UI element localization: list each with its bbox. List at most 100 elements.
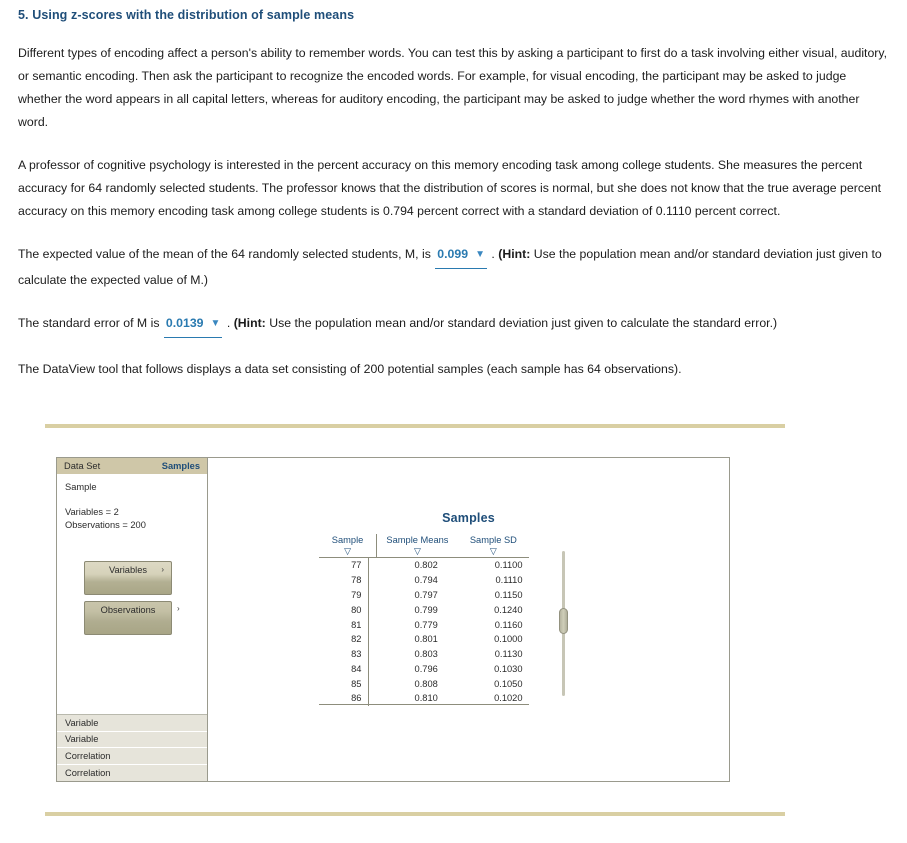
variables-button[interactable]: Variables › [84,561,172,595]
cell-sample: 82 [319,631,370,647]
scrollbar-thumb[interactable] [559,608,568,634]
cell-sample-sd: 0.1150 [494,589,523,600]
variables-button-row: Variables › [84,561,207,595]
footer-row-correlation-2[interactable]: Correlation [57,764,207,781]
table-bottom-border [319,704,529,705]
cell-sample-sd: 0.1110 [495,575,523,586]
footer-row-variable-2[interactable]: Variable [57,731,207,748]
dataset-buttons: Variables › Observations › [57,561,207,635]
cell-sample: 81 [319,617,370,632]
paragraph-encoding-intro: Different types of encoding affect a per… [18,46,888,129]
table-row[interactable]: 81 0.779 0.1160 [319,617,529,632]
expected-value-dropdown[interactable]: 0.099 ▼ [435,243,487,269]
samples-table-scroll-area[interactable]: 77 0.802 0.1100 78 0.794 0.1110 79 0.797… [319,558,541,706]
table-row[interactable]: 80 0.799 0.1240 [319,602,529,618]
page-root: 5. Using z-scores with the distribution … [0,0,907,843]
standard-error-prefix: The standard error of M is [18,316,160,330]
dataset-header: Data Set Samples [57,458,207,474]
footer-row-correlation-1[interactable]: Correlation [57,748,207,765]
column-header-sample-label: Sample [331,535,364,545]
paragraph-expected-value: The expected value of the mean of the 64… [18,223,889,292]
table-row[interactable]: 83 0.803 0.1130 [319,646,529,662]
observations-button-label: Observations [100,605,156,615]
chevron-right-icon: › [161,565,164,574]
cell-sample: 78 [319,572,370,588]
cell-sample: 84 [319,661,370,677]
column-header-sample-sd[interactable]: Sample SD ▽ [457,534,529,558]
samples-table-scrollbar[interactable] [559,551,568,696]
cell-sample-mean: 0.799 [414,604,438,615]
variables-button-label: Variables [108,565,148,575]
table-row[interactable]: 82 0.801 0.1000 [319,631,529,647]
observations-button-row: Observations › [84,601,207,635]
paragraph-dataview-intro: The DataView tool that follows displays … [18,362,682,376]
dataset-name: Sample [65,482,97,492]
cell-sample: 83 [319,646,370,662]
dataset-body: Sample Variables = 2 Observations = 200 … [57,474,207,714]
column-header-sample-means[interactable]: Sample Means ▽ [376,534,458,558]
cell-sample-sd: 0.1100 [494,560,523,571]
sort-descending-icon[interactable]: ▽ [462,546,525,556]
column-header-sample-means-label: Sample Means [386,535,449,545]
chevron-down-icon: ▼ [475,249,485,260]
cell-sample-sd: 0.1050 [494,678,523,689]
dataset-header-label: Data Set [64,461,101,471]
paragraph-standard-error: The standard error of M is 0.0139 ▼ . (Hi… [18,292,889,338]
chevron-down-icon: ▼ [210,318,221,329]
cell-sample: 79 [319,587,370,603]
cell-sample-sd: 0.1160 [494,619,523,630]
dataview-tool: Data Set Samples Sample Variables = 2 Ob… [56,457,730,782]
table-row[interactable]: 79 0.797 0.1150 [319,587,529,603]
expected-value-hint-label: (Hint: [498,247,531,261]
divider-top [45,424,785,428]
samples-table-body: 77 0.802 0.1100 78 0.794 0.1110 79 0.797… [319,558,529,706]
cell-sample-mean: 0.796 [414,663,438,674]
cell-sample-mean: 0.794 [414,575,438,586]
samples-table-wrap: Sample ▽ Sample Means ▽ Sample SD ▽ 77 0… [319,534,541,706]
sort-descending-icon[interactable]: ▽ [381,546,454,556]
cell-sample-sd: 0.1030 [494,663,523,674]
cell-sample: 77 [319,558,370,573]
table-row[interactable]: 78 0.794 0.1110 [319,572,529,588]
cell-sample-mean: 0.779 [414,619,438,630]
paragraph-professor-scenario: A professor of cognitive psychology is i… [18,158,882,218]
standard-error-selected: 0.0139 [165,316,204,330]
dataset-stats: Variables = 2 Observations = 200 [57,506,207,532]
standard-error-hint-label: (Hint: [233,316,266,330]
chevron-right-icon: › [177,604,180,613]
samples-table-body-table: 77 0.802 0.1100 78 0.794 0.1110 79 0.797… [319,558,529,706]
footer-row-variable-1[interactable]: Variable [57,715,207,732]
table-row[interactable]: 85 0.808 0.1050 [319,676,529,692]
dataset-footer-rows: Variable Variable Correlation Correlatio… [57,714,207,781]
column-header-sample[interactable]: Sample ▽ [319,534,378,558]
standard-error-hint-text: Use the population mean and/or standard … [269,316,778,330]
cell-sample-mean: 0.797 [414,589,438,600]
expected-value-selected: 0.099 [437,247,469,261]
page-title: 5. Using z-scores with the distribution … [18,8,355,22]
dataset-observations-count: Observations = 200 [65,520,146,530]
expected-value-period: . [491,247,495,261]
samples-table-title: Samples [442,511,495,525]
observations-button[interactable]: Observations [84,601,172,635]
table-row[interactable]: 84 0.796 0.1030 [319,661,529,677]
column-header-sample-sd-label: Sample SD [469,535,517,545]
samples-table-header-row: Sample ▽ Sample Means ▽ Sample SD ▽ [319,534,529,558]
sort-descending-icon[interactable]: ▽ [323,546,372,556]
cell-sample-mean: 0.802 [414,560,438,571]
dataset-header-name: Samples [161,461,200,471]
dataset-variables-count: Variables = 2 [65,507,119,517]
cell-sample: 80 [319,602,370,618]
standard-error-period: . [226,316,231,330]
samples-table-head: Sample ▽ Sample Means ▽ Sample SD ▽ [319,534,529,558]
question-content: 5. Using z-scores with the distribution … [0,0,907,381]
expected-value-prefix: The expected value of the mean of the 64… [18,247,431,261]
cell-sample-sd: 0.1000 [494,634,523,645]
standard-error-dropdown[interactable]: 0.0139 ▼ [163,312,223,338]
divider-bottom [45,812,785,816]
dataview-main-panel: Samples Sample ▽ Sample Means ▽ Sample S… [208,458,729,781]
cell-sample: 85 [319,676,370,692]
table-row[interactable]: 77 0.802 0.1100 [319,558,529,573]
cell-sample-mean: 0.808 [414,678,438,689]
dataview-sidebar: Data Set Samples Sample Variables = 2 Ob… [57,458,208,781]
samples-table: Sample ▽ Sample Means ▽ Sample SD ▽ [319,534,529,558]
